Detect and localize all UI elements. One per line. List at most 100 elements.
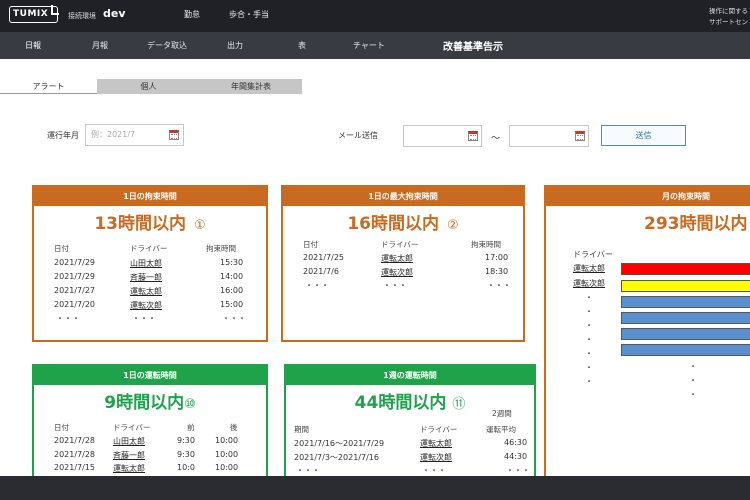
monthly-bar-5: [621, 328, 750, 340]
cell-hours: 17:00: [485, 253, 509, 262]
support-line-1: 操作に関する: [709, 7, 748, 15]
nav-bar: 日報 月報 データ取込 出力 表 チャート 改善基準告示: [0, 32, 750, 59]
cell-date: 2021/7/29: [54, 272, 96, 281]
cell-period: 2021/7/3～2021/7/16: [294, 453, 379, 462]
card-headline: 293時間以内: [546, 209, 750, 234]
cell-hours: 15:00: [220, 300, 244, 309]
ellipsis: ・・・: [132, 314, 156, 323]
col-header-after: 後: [230, 423, 238, 432]
cell-after: 10:00: [215, 436, 239, 445]
cell-hours: 15:30: [220, 258, 244, 267]
col-header-average: 運転平均: [486, 425, 516, 434]
cell-date: 2021/7/27: [54, 286, 96, 295]
col-header-driver: ドライバー: [573, 250, 613, 259]
restraint-table: 日付 ドライバー 拘束時間 2021/7/29 山田太郎 15:30 2021/…: [34, 187, 266, 337]
ellipsis-dot: ・: [585, 293, 593, 302]
col-header-date: 日付: [54, 244, 69, 253]
col-header-driver: ドライバー: [420, 425, 458, 434]
tab-alert[interactable]: アラート: [0, 79, 97, 94]
driver-link[interactable]: 斉藤一郎: [130, 272, 162, 283]
nav-item-import[interactable]: データ取込: [147, 40, 187, 51]
operation-month-input[interactable]: 例：2021/7: [85, 124, 184, 146]
nav-item-output[interactable]: 出力: [227, 40, 243, 51]
support-info[interactable]: 操作に関する サポートセン: [709, 6, 748, 28]
driver-link[interactable]: 山田太郎: [130, 258, 162, 269]
card-weekly-driving: 1週の運転時間 44時間以内 ⑪ 2週間 期間 ドライバー 運転平均 2021/7…: [284, 364, 536, 484]
operation-month-label: 運行年月: [47, 131, 79, 140]
cell-hours: 14:00: [220, 272, 244, 281]
ellipsis: ・・・: [56, 314, 80, 323]
cell-date: 2021/7/6: [303, 267, 339, 276]
driver-link[interactable]: 運転太郎: [113, 463, 145, 474]
monthly-bar-1: [621, 263, 750, 275]
nav-item-daily[interactable]: 日報: [25, 40, 41, 51]
cell-average: 44:30: [504, 452, 528, 461]
ellipsis-dot: ・: [585, 335, 593, 344]
cell-before: 9:30: [177, 436, 195, 445]
col-header-date: 日付: [54, 423, 69, 432]
cell-date: 2021/7/15: [54, 463, 96, 472]
col-header-hours: 拘束時間: [206, 244, 236, 253]
card-daily-restraint: 1日の拘束時間 13時間以内 ① 日付 ドライバー 拘束時間 2021/7/29 …: [32, 185, 268, 342]
cell-hours: 18:30: [485, 267, 509, 276]
driver-link[interactable]: 運転太郎: [130, 286, 162, 297]
ellipsis: ・・・: [487, 281, 511, 290]
weekly-table: 2週間 期間 ドライバー 運転平均 2021/7/16～2021/7/29 運転…: [286, 366, 534, 482]
col-header-two-weeks: 2週間: [492, 409, 512, 418]
calendar-icon[interactable]: [468, 131, 478, 141]
col-header-before: 前: [187, 423, 195, 432]
top-bar: TUMIX 接続環境 dev 勤怠 歩合・手当 操作に関する サポートセン: [0, 0, 750, 32]
ellipsis: ・・・: [506, 466, 530, 475]
ellipsis-dot: ・: [585, 307, 593, 316]
col-header-driver: ドライバー: [381, 240, 419, 249]
ellipsis-dot: ・: [585, 349, 593, 358]
ellipsis: ・・・: [383, 281, 407, 290]
send-button[interactable]: 送信: [601, 125, 686, 146]
env-label: 接続環境: [68, 12, 96, 20]
driver-link[interactable]: 運転次郎: [573, 278, 605, 289]
driver-link[interactable]: 運転次郎: [130, 300, 162, 311]
ellipsis-dot: ・: [585, 321, 593, 330]
max-restraint-table: 日付 ドライバー 拘束時間 2021/7/25 運転太郎 17:00 2021/…: [283, 187, 523, 337]
mail-start-date-input[interactable]: [403, 125, 482, 147]
ellipsis: ・・・: [296, 466, 320, 475]
operation-month-placeholder: 例：2021/7: [91, 130, 136, 139]
mail-end-date-input[interactable]: [509, 125, 589, 147]
monthly-bar-4: [621, 312, 750, 324]
ellipsis-dot: ・: [689, 376, 697, 385]
page-title: 改善基準告示: [443, 42, 503, 53]
cell-before: 9:30: [177, 450, 195, 459]
nav-item-table[interactable]: 表: [298, 40, 306, 51]
top-link-attendance[interactable]: 勤怠: [184, 9, 200, 20]
card-daily-max-restraint: 1日の最大拘束時間 16時間以内 ② 日付 ドライバー 拘束時間 2021/7/2…: [281, 185, 525, 342]
cell-hours: 16:00: [220, 286, 244, 295]
monthly-bar-3: [621, 296, 750, 308]
support-line-2: サポートセン: [709, 18, 748, 26]
driver-link[interactable]: 運転次郎: [420, 452, 452, 463]
cell-period: 2021/7/16～2021/7/29: [294, 439, 385, 448]
nav-item-monthly[interactable]: 月報: [92, 40, 108, 51]
logo-text: TUMIX: [13, 9, 49, 19]
monthly-bar-2: [621, 280, 750, 292]
driver-link[interactable]: 運転次郎: [381, 267, 413, 278]
cell-after: 10:00: [215, 450, 239, 459]
driver-link[interactable]: 運転太郎: [420, 438, 452, 449]
driving-table: 日付 ドライバー 前 後 2021/7/28 山田太郎 9:30 10:00 2…: [34, 366, 266, 482]
driver-link[interactable]: 運転太郎: [573, 263, 605, 274]
cell-average: 46:30: [504, 438, 528, 447]
calendar-icon[interactable]: [169, 130, 179, 140]
driver-link[interactable]: 山田太郎: [113, 436, 145, 447]
col-header-driver: ドライバー: [130, 244, 168, 253]
tab-annual-summary[interactable]: 年間集計表: [200, 79, 302, 94]
top-link-allowance[interactable]: 歩合・手当: [229, 9, 269, 20]
calendar-icon[interactable]: [575, 131, 585, 141]
col-header-hours: 拘束時間: [471, 240, 501, 249]
driver-link[interactable]: 運転太郎: [381, 253, 413, 264]
col-header-period: 期間: [294, 425, 309, 434]
cell-date: 2021/7/28: [54, 436, 96, 445]
driver-link[interactable]: 斉藤一郎: [113, 450, 145, 461]
tab-personal[interactable]: 個人: [97, 79, 200, 94]
range-tilde: ～: [491, 134, 501, 144]
col-header-driver: ドライバー: [113, 423, 151, 432]
nav-item-chart[interactable]: チャート: [353, 40, 385, 51]
